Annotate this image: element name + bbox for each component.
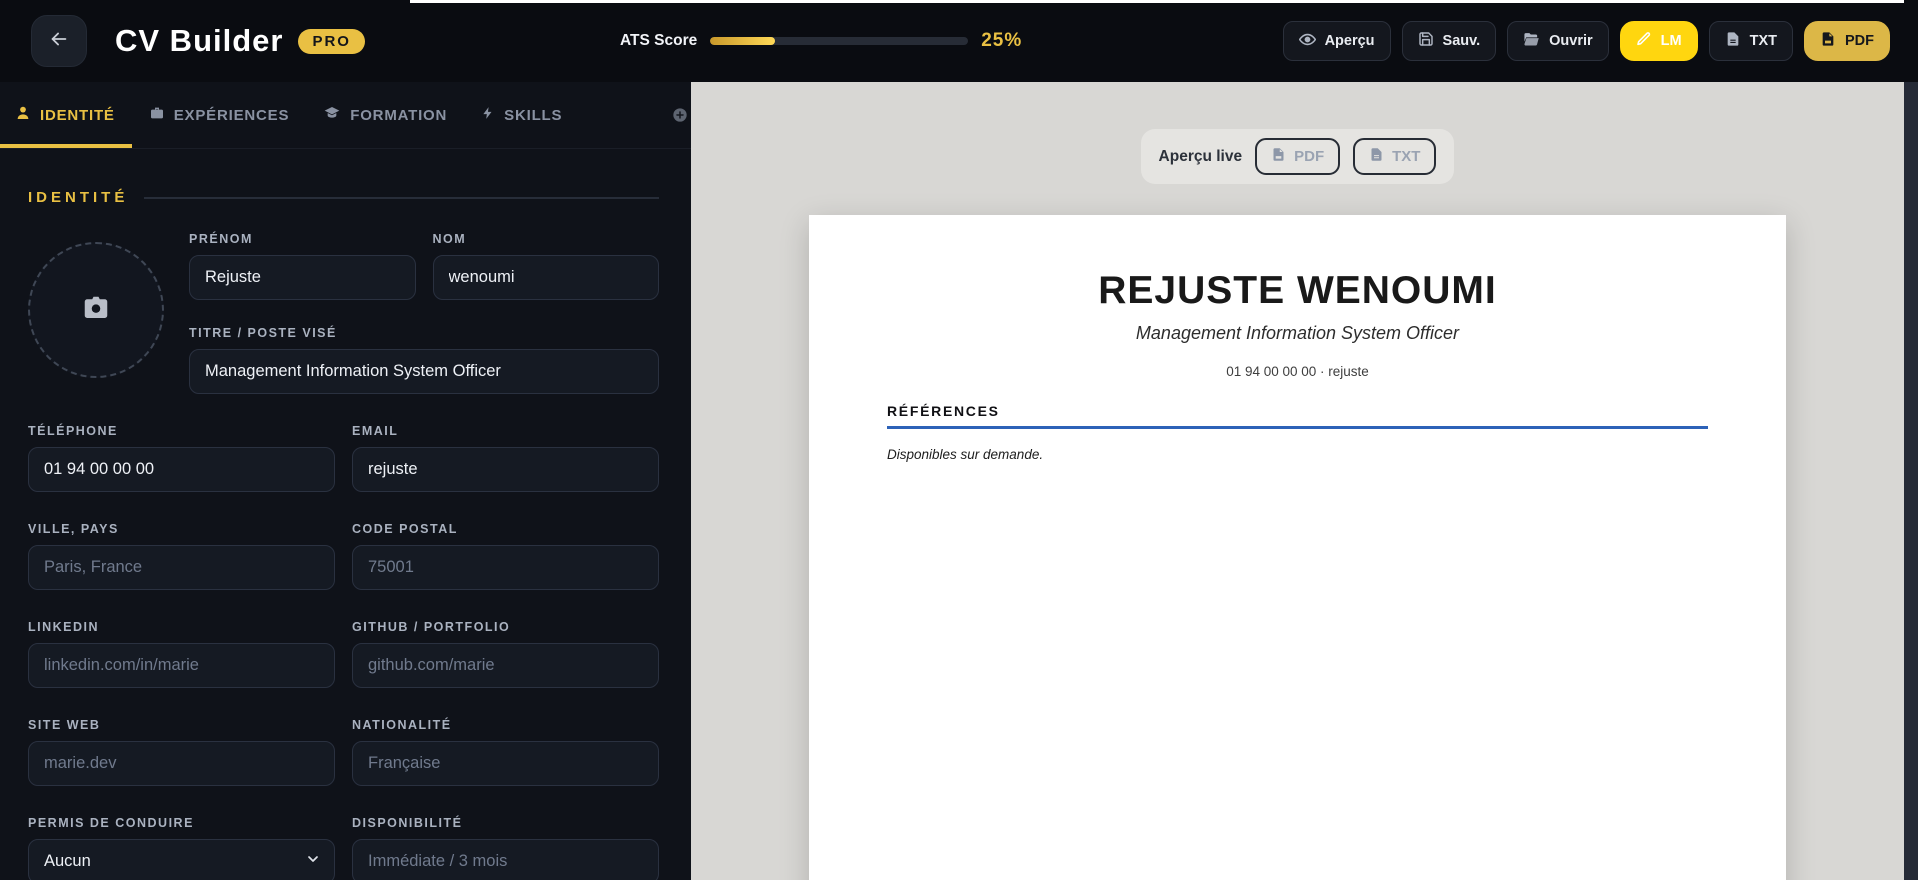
ats-score: ATS Score 25% [620,30,1022,52]
briefcase-icon [149,105,165,125]
cv-section-heading: RÉFÉRENCES [887,403,1000,419]
code-postal-label: CODE POSTAL [352,522,458,536]
cv-section-rule [887,426,1708,429]
titre-input[interactable] [189,349,659,394]
disponibilite-label: DISPONIBILITÉ [352,816,463,830]
photo-upload[interactable] [28,242,164,378]
tab-skills[interactable]: SKILLS [464,82,579,148]
app-title: CV Builder [115,23,284,58]
file-pdf-icon [1820,31,1836,51]
preview-toolbar-label: Aperçu live [1158,147,1243,165]
txt-export-button[interactable]: TXT [1708,21,1793,61]
editor-sidebar: IDENTITÉ EXPÉRIENCES FORMATION SKILLS ID… [0,82,691,880]
identity-section-title: IDENTITÉ [28,189,129,206]
tab-identite[interactable]: IDENTITÉ [0,82,132,148]
tab-experiences[interactable]: EXPÉRIENCES [132,82,307,148]
telephone-input[interactable] [28,447,335,492]
header: CV Builder PRO ATS Score 25% Aperçu Sauv… [0,0,1918,82]
nom-label: NOM [432,232,467,246]
txt-label: TXT [1749,33,1777,49]
identity-form: IDENTITÉ PRÉNOM Rejuste NOM wenoumi TITR… [0,149,691,880]
live-preview-pane: Aperçu live PDF TXT REJUSTE WENOUMI Mana… [691,82,1904,880]
cv-name: REJUSTE WENOUMI [1098,269,1497,312]
preview-toolbar: Aperçu live PDF TXT [1140,129,1455,184]
user-icon [15,105,31,125]
tab-formation[interactable]: FORMATION [306,82,464,148]
email-label: EMAIL [352,424,399,438]
top-window-edge [410,0,1904,3]
folder-open-icon [1523,31,1540,52]
ats-progress-fill [710,37,775,45]
save-label: Sauv. [1442,33,1481,49]
nom-input[interactable] [432,255,659,300]
save-button[interactable]: Sauv. [1401,21,1497,61]
cv-contact-line: 01 94 00 00 00 · rejuste [1226,364,1369,379]
email-input[interactable] [352,447,659,492]
bolt-icon [481,105,495,125]
permis-select[interactable]: Aucun [28,839,335,880]
nationalite-label: NATIONALITÉ [352,718,452,732]
pencil-icon [1636,31,1652,51]
code-postal-input[interactable] [352,545,659,590]
tab-experiences-label: EXPÉRIENCES [173,106,290,124]
back-button[interactable] [31,15,87,67]
prenom-input[interactable] [189,255,416,300]
nationalite-input[interactable] [352,741,659,786]
permis-label: PERMIS DE CONDUIRE [28,816,194,830]
ville-label: VILLE, PAYS [28,522,119,536]
preview-pdf-button[interactable]: PDF [1255,138,1341,175]
header-actions: Aperçu Sauv. Ouvrir LM TXT PDF [1282,21,1890,61]
ats-score-label: ATS Score [619,32,698,49]
prenom-label: PRÉNOM [189,232,253,246]
file-pdf-icon [1271,147,1286,166]
lm-button[interactable]: LM [1619,21,1698,61]
tab-formation-label: FORMATION [350,106,448,124]
chevron-down-icon [305,851,321,872]
disponibilite-input[interactable] [352,839,659,880]
permis-selected-value: Aucun [44,852,91,870]
arrow-left-icon [48,28,70,55]
add-section-icon[interactable] [672,107,688,123]
vertical-scrollbar[interactable] [1904,82,1918,880]
section-divider [144,196,659,199]
cv-section-body: Disponibles sur demande. [887,447,1044,462]
save-icon [1418,31,1434,51]
tab-identite-label: IDENTITÉ [40,106,115,124]
pdf-label: PDF [1845,33,1874,49]
github-input[interactable] [352,643,659,688]
linkedin-input[interactable] [28,643,335,688]
cv-builder-app: CV Builder PRO ATS Score 25% Aperçu Sauv… [0,0,1918,880]
file-text-icon [1369,147,1384,166]
file-text-icon [1725,31,1741,51]
site-web-input[interactable] [28,741,335,786]
app-logo: CV Builder PRO [115,23,365,59]
eye-icon [1298,31,1316,52]
apercu-button[interactable]: Aperçu [1282,21,1391,61]
lm-label: LM [1660,33,1682,49]
pdf-export-button[interactable]: PDF [1804,21,1890,61]
graduation-cap-icon [323,105,341,125]
ville-input[interactable] [28,545,335,590]
open-button[interactable]: Ouvrir [1507,21,1609,61]
section-tabs: IDENTITÉ EXPÉRIENCES FORMATION SKILLS [0,82,691,149]
ats-score-percent: 25% [981,30,1023,51]
pro-badge: PRO [298,28,365,54]
identity-section-head: IDENTITÉ [28,189,659,206]
camera-icon [79,293,113,328]
open-label: Ouvrir [1549,33,1593,49]
preview-pdf-label: PDF [1294,148,1325,165]
apercu-label: Aperçu [1324,33,1375,49]
ats-progress-bar [710,37,969,45]
site-web-label: SITE WEB [28,718,101,732]
linkedin-label: LINKEDIN [28,620,100,634]
preview-txt-label: TXT [1392,148,1421,165]
tab-skills-label: SKILLS [504,106,563,124]
titre-label: TITRE / POSTE VISÉ [189,326,337,340]
cv-page: REJUSTE WENOUMI Management Information S… [809,215,1786,880]
preview-txt-button[interactable]: TXT [1353,138,1437,175]
github-label: GITHUB / PORTFOLIO [352,620,511,634]
cv-job-title: Management Information System Officer [1135,323,1460,343]
telephone-label: TÉLÉPHONE [28,424,118,438]
